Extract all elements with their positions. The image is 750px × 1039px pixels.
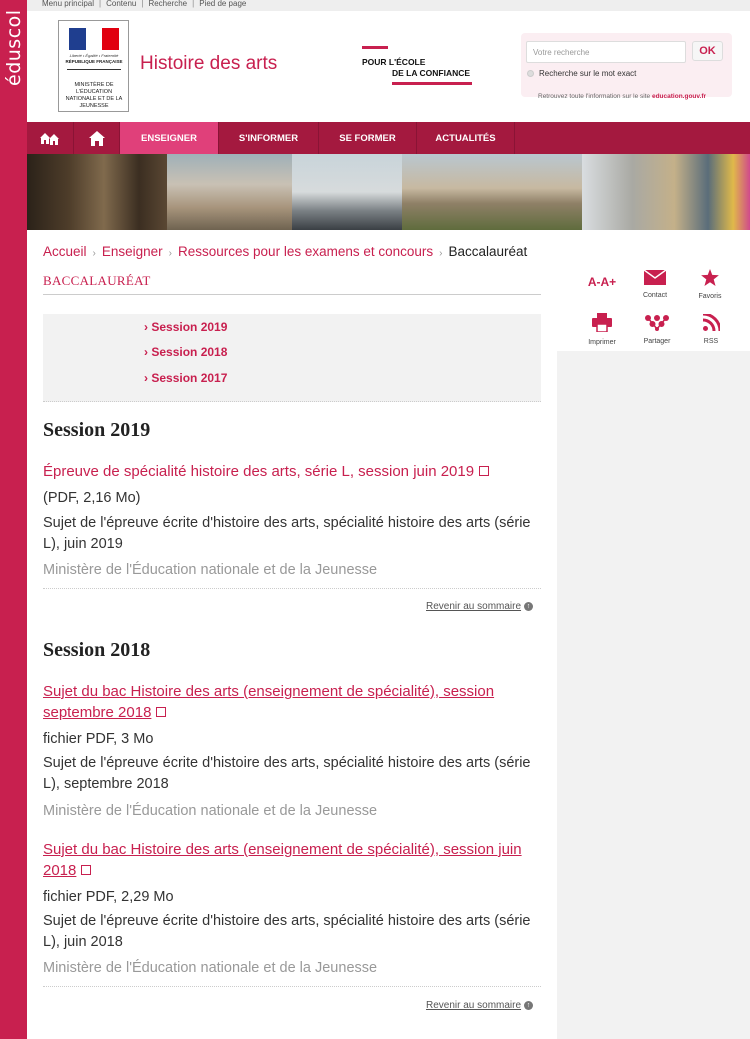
- doc-meta: fichier PDF, 2,29 Mo: [43, 889, 174, 905]
- doc-link[interactable]: Épreuve de spécialité histoire des arts,…: [43, 461, 543, 482]
- info-icon: ↑: [524, 1001, 534, 1010]
- doc-description: Sujet de l'épreuve écrite d'histoire des…: [43, 913, 531, 950]
- rss-tool[interactable]: RSS: [684, 312, 738, 345]
- doc-meta: fichier PDF, 3 Mo: [43, 731, 154, 747]
- doc-description: Sujet de l'épreuve écrite d'histoire des…: [43, 755, 531, 792]
- right-sidebar: A-A+ Contact Favoris Imprimer Partager R…: [557, 263, 750, 1039]
- doc-source: Ministère de l'Éducation nationale et de…: [43, 960, 378, 976]
- republic-name: RÉPUBLIQUE FRANÇAISE: [65, 59, 123, 64]
- chevron-right-icon: ›: [92, 248, 96, 259]
- skip-link-content[interactable]: Contenu: [106, 0, 136, 8]
- star-icon: [701, 269, 719, 286]
- rss-icon: [702, 312, 721, 332]
- toc-link-2018[interactable]: › Session 2018: [144, 345, 227, 359]
- doc-description: Sujet de l'épreuve écrite d'histoire des…: [43, 515, 531, 552]
- chevron-right-icon: ›: [439, 248, 443, 259]
- home-icon[interactable]: [74, 122, 120, 154]
- republic-motto: Liberté • Égalité • Fraternité: [69, 53, 119, 58]
- skip-link-menu[interactable]: Menu principal: [42, 0, 94, 8]
- eduscol-side-band: éduscol: [0, 0, 27, 1039]
- print-tool[interactable]: Imprimer: [575, 313, 629, 346]
- share-tool[interactable]: Partager: [630, 315, 684, 345]
- breadcrumb: Accueil › Enseigner › Ressources pour les ex…: [43, 244, 527, 259]
- contact-tool[interactable]: Contact: [628, 269, 682, 299]
- education-gouv-info: Retrouvez toute l'information sur le sit…: [538, 93, 707, 100]
- nav-s-informer[interactable]: S'INFORMER: [219, 122, 319, 154]
- site-title[interactable]: Histoire des arts: [140, 53, 277, 75]
- skip-link-footer[interactable]: Pied de page: [199, 0, 246, 8]
- main-nav: ENSEIGNER S'INFORMER SE FORMER ACTUALITÉ…: [27, 122, 750, 154]
- back-to-summary-link[interactable]: Revenir au sommaire ↑: [426, 1000, 534, 1011]
- info-icon: ↑: [524, 602, 534, 611]
- exact-word-option[interactable]: Recherche sur le mot exact: [527, 69, 636, 78]
- doc-source: Ministère de l'Éducation nationale et de…: [43, 562, 378, 578]
- doc-link[interactable]: Sujet du bac Histoire des arts (enseigne…: [43, 839, 543, 881]
- breadcrumb-enseigner[interactable]: Enseigner: [102, 244, 163, 259]
- text-size-tool[interactable]: A-A+: [575, 273, 629, 291]
- external-link-icon: [479, 466, 490, 476]
- breadcrumb-current: Baccalauréat: [448, 244, 528, 259]
- ecole-confiance-logo: POUR L'ÉCOLE DE LA CONFIANCE: [362, 46, 478, 90]
- print-icon: [592, 313, 612, 333]
- breadcrumb-ressources[interactable]: Ressources pour les examens et concours: [178, 244, 433, 259]
- share-icon: [645, 315, 669, 331]
- nav-se-former[interactable]: SE FORMER: [319, 122, 417, 154]
- section-heading-2018: Session 2018: [43, 639, 151, 661]
- exact-word-checkbox[interactable]: [527, 70, 534, 77]
- marianne-flag-icon: [69, 28, 120, 50]
- home-network-icon[interactable]: [27, 122, 74, 154]
- education-gouv-link[interactable]: education.gouv.fr: [652, 93, 706, 100]
- doc-source: Ministère de l'Éducation nationale et de…: [43, 803, 378, 819]
- chevron-right-icon: ›: [168, 248, 173, 259]
- site-header: Liberté • Égalité • Fraternité RÉPUBLIQU…: [27, 11, 750, 122]
- external-link-icon: [156, 707, 167, 717]
- nav-actualites[interactable]: ACTUALITÉS: [417, 122, 515, 154]
- nav-enseigner[interactable]: ENSEIGNER: [120, 122, 219, 154]
- skip-link-search[interactable]: Recherche: [148, 0, 187, 8]
- doc-meta: (PDF, 2,16 Mo): [43, 490, 141, 506]
- skip-links-bar: Menu principal | Contenu | Recherche | Pied de…: [27, 0, 750, 11]
- external-link-icon: [81, 865, 92, 875]
- header-banner-image: [27, 154, 750, 230]
- breadcrumb-accueil[interactable]: Accueil: [43, 244, 87, 259]
- text-size-icon: A-A+: [587, 275, 617, 289]
- toc-link-2019[interactable]: › Session 2019: [144, 320, 227, 334]
- session-summary: › Session 2019 › Session 2018 › Session …: [43, 314, 541, 402]
- eduscol-logo[interactable]: éduscol: [2, 6, 26, 90]
- page-title: BACCALAURÉAT: [43, 273, 151, 288]
- mail-icon: [643, 269, 667, 285]
- ministry-logo[interactable]: Liberté • Égalité • Fraternité RÉPUBLIQU…: [58, 20, 129, 112]
- doc-link[interactable]: Sujet du bac Histoire des arts (enseigne…: [43, 681, 543, 723]
- section-heading-2019: Session 2019: [43, 419, 151, 441]
- back-to-summary-link[interactable]: Revenir au sommaire ↑: [426, 601, 534, 612]
- search-input[interactable]: Votre recherche: [526, 41, 686, 63]
- search-panel: Votre recherche OK Recherche sur le mot …: [521, 33, 732, 97]
- favoris-tool[interactable]: Favoris: [683, 269, 737, 300]
- ministry-name: MINISTÈRE DE L'ÉDUCATION NATIONALE ET DE…: [65, 82, 123, 109]
- search-ok-button[interactable]: OK: [692, 41, 723, 61]
- page-tools: A-A+ Contact Favoris Imprimer Partager R…: [557, 263, 750, 351]
- toc-link-2017[interactable]: › Session 2017: [144, 371, 227, 385]
